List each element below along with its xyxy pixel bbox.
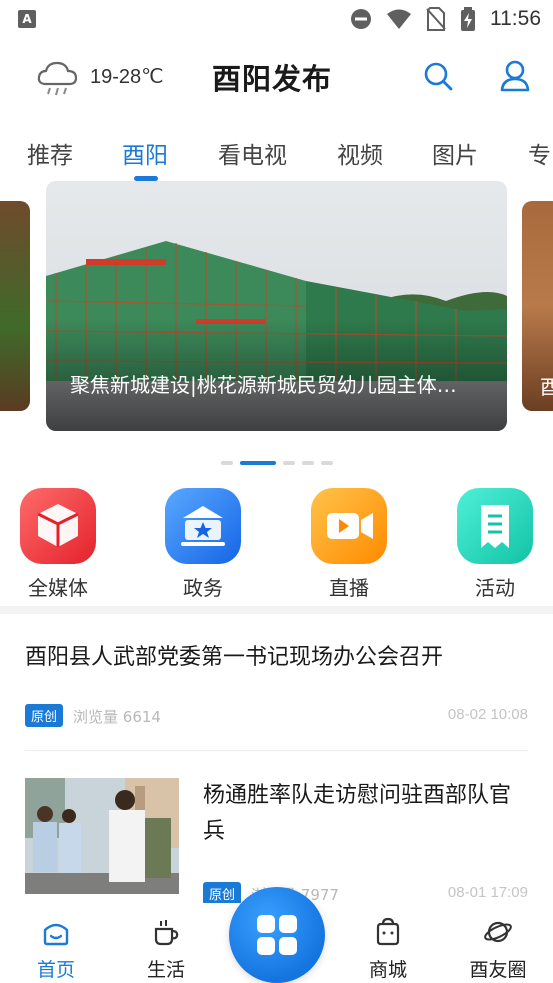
news-thumbnail (25, 778, 179, 894)
original-badge: 原创 (25, 704, 64, 727)
publish-date: 08-02 10:08 (447, 706, 528, 723)
cube-icon (20, 488, 96, 564)
rain-cloud-icon (37, 61, 78, 96)
carousel-dot (302, 461, 314, 465)
news-item[interactable]: 酉阳县人武部党委第一书记现场办公会召开 原创 浏览量 6614 08-02 10… (25, 640, 528, 727)
view-count: 浏览量 6614 (73, 708, 161, 726)
app-header: 19-28℃ 酉阳发布 (0, 44, 553, 108)
carousel-pagination (221, 461, 333, 465)
user-profile-icon[interactable] (500, 60, 530, 92)
nav-label: 酉友圈 (469, 959, 527, 981)
tab-pictures[interactable]: 图片 (432, 136, 478, 170)
carousel-dot (221, 461, 233, 465)
carousel-main-card[interactable]: 聚焦新城建设|桃花源新城民贸幼儿园主体… (46, 181, 507, 431)
publish-date: 08-01 17:09 (447, 884, 528, 901)
tab-recommend[interactable]: 推荐 (27, 136, 73, 170)
weather-temperature: 19-28℃ (90, 66, 164, 88)
news-meta: 原创 浏览量 6614 08-02 10:08 (25, 704, 528, 728)
carousel-dot-active (240, 461, 276, 465)
section-divider (0, 606, 553, 614)
shortcut-live[interactable]: 直播 (299, 488, 399, 601)
nav-label: 生活 (146, 959, 185, 981)
no-sim-icon (426, 7, 446, 31)
category-tabs: 推荐 酉阳 看电视 视频 图片 专 (0, 130, 553, 182)
nav-label: 商城 (368, 959, 407, 981)
nav-life[interactable]: 生活 (126, 917, 206, 982)
coffee-cup-icon (154, 920, 179, 946)
video-camera-icon (311, 488, 387, 564)
shortcut-grid: 全媒体 政务 直播 活动 (0, 488, 553, 603)
tab-special[interactable]: 专 (528, 136, 551, 170)
app-title: 酉阳发布 (212, 62, 333, 96)
shortcut-government[interactable]: 政务 (153, 488, 253, 601)
shortcut-events[interactable]: 活动 (445, 488, 545, 601)
bottom-navigation: 首页 生活 商城 酉友圈 (0, 887, 553, 983)
tab-youyang[interactable]: 酉阳 (122, 136, 168, 170)
planet-icon (484, 921, 512, 943)
shortcut-label: 活动 (475, 576, 515, 600)
home-icon (43, 923, 69, 946)
shortcut-label: 全媒体 (28, 576, 88, 600)
shortcut-all-media[interactable]: 全媒体 (8, 488, 108, 601)
shortcut-label: 政务 (183, 576, 223, 600)
news-title: 杨通胜率队走访慰问驻酉部队官兵 (203, 783, 512, 844)
apps-grid-icon (257, 915, 297, 955)
carousel-dot (321, 461, 333, 465)
nav-mall[interactable]: 商城 (348, 917, 428, 982)
do-not-disturb-icon (351, 9, 371, 29)
status-bar: A 11:56 (0, 0, 553, 40)
carousel-dot (283, 461, 295, 465)
original-badge: 原创 (203, 882, 242, 905)
nav-label: 首页 (36, 959, 75, 981)
carousel-next-card[interactable]: 酉 (522, 201, 553, 411)
battery-charging-icon (461, 7, 475, 31)
shortcut-label: 直播 (329, 576, 369, 600)
wifi-icon (387, 9, 411, 29)
nav-home[interactable]: 首页 (16, 917, 96, 982)
clock: 11:56 (490, 7, 541, 30)
search-icon[interactable] (423, 61, 453, 91)
tab-video[interactable]: 视频 (337, 136, 383, 170)
news-title: 酉阳县人武部党委第一书记现场办公会召开 (25, 645, 444, 670)
carousel-prev-card[interactable] (0, 201, 30, 411)
carousel-caption: 聚焦新城建设|桃花源新城民贸幼儿园主体… (70, 373, 457, 397)
apps-center-button[interactable] (229, 887, 325, 983)
ticket-icon (457, 488, 533, 564)
nav-friends-circle[interactable]: 酉友圈 (458, 917, 538, 982)
government-icon (165, 488, 241, 564)
app-notification-icon: A (18, 10, 36, 28)
tab-tv[interactable]: 看电视 (218, 136, 287, 170)
list-divider (25, 750, 528, 751)
next-card-caption: 酉 (540, 375, 553, 399)
banner-carousel[interactable]: 聚焦新城建设|桃花源新城民贸幼儿园主体… 酉 (0, 181, 553, 435)
shopping-bag-icon (376, 917, 400, 946)
status-icons: 11:56 (350, 6, 541, 32)
